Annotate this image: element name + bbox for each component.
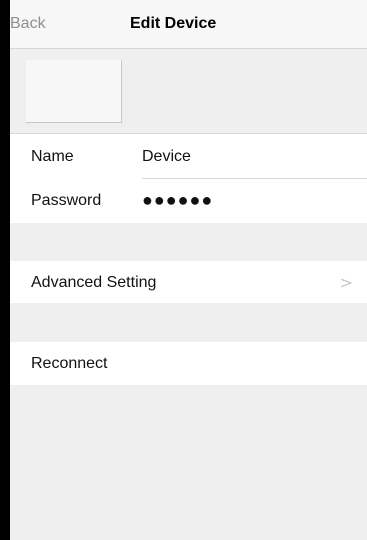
device-thumbnail-area [10, 49, 367, 134]
reconnect-group: Reconnect [10, 342, 367, 385]
password-value: ●●●●●● [142, 190, 214, 210]
section-spacer [10, 303, 367, 342]
name-value: Device [142, 148, 191, 165]
advanced-setting-label: Advanced Setting [31, 274, 157, 291]
name-label: Name [31, 148, 74, 165]
device-info-group: Name Device Password ●●●●●● [10, 134, 367, 223]
device-thumbnail[interactable] [25, 60, 122, 123]
reconnect-label: Reconnect [31, 355, 108, 372]
chevron-right-icon: > [339, 273, 353, 292]
page-title: Edit Device [130, 15, 217, 32]
advanced-setting-row[interactable]: Advanced Setting > [10, 261, 367, 303]
reconnect-button[interactable]: Reconnect [10, 342, 367, 385]
section-spacer [10, 223, 367, 261]
name-row[interactable]: Name Device [10, 134, 367, 179]
edit-device-screen: Back Edit Device Name Device Password ●●… [10, 0, 367, 540]
password-label: Password [31, 192, 102, 209]
advanced-group: Advanced Setting > [10, 261, 367, 303]
back-button[interactable]: Back [10, 15, 46, 33]
password-row[interactable]: Password ●●●●●● [10, 179, 367, 223]
navigation-bar: Back Edit Device [10, 0, 367, 49]
